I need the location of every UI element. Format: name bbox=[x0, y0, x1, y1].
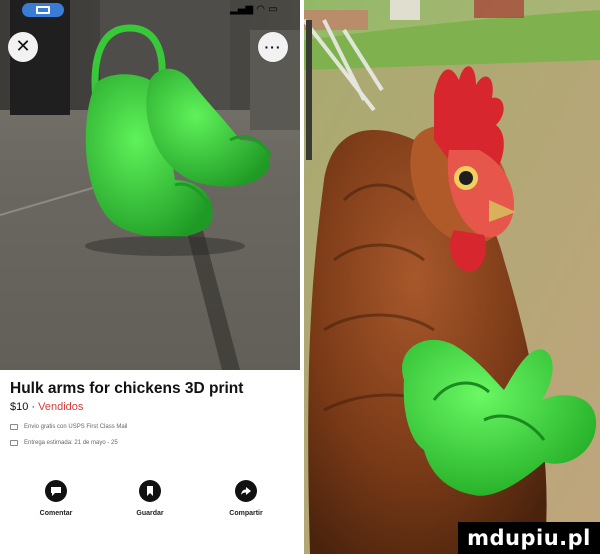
action-bar: Comentar Guardar Compartir bbox=[0, 480, 300, 530]
comment-icon bbox=[45, 480, 67, 502]
hulk-arms-photo bbox=[0, 0, 300, 370]
calendar-icon bbox=[10, 440, 18, 446]
more-icon: ··· bbox=[264, 39, 282, 55]
listing-screenshot: ▂▄▆ ◠ ▭ ✕ ··· Hulk arms for chickens 3D … bbox=[0, 0, 300, 554]
price-separator: · bbox=[28, 401, 39, 413]
status-bar: ▂▄▆ ◠ ▭ bbox=[0, 0, 300, 20]
save-button[interactable]: Guardar bbox=[110, 480, 190, 530]
estimate-text: Entrega estimada: 21 de mayo - 25 bbox=[24, 440, 118, 446]
share-label: Compartir bbox=[229, 510, 263, 517]
watermark-logo: mdupiu.pl bbox=[458, 522, 600, 554]
chicken-illustration bbox=[304, 0, 600, 554]
bookmark-icon bbox=[139, 480, 161, 502]
shipping-row: Envio gratis con USPS First Class Mail bbox=[10, 424, 127, 430]
close-icon: ✕ bbox=[15, 36, 31, 57]
estimate-row: Entrega estimada: 21 de mayo - 25 bbox=[10, 440, 118, 446]
comment-button[interactable]: Comentar bbox=[16, 480, 96, 530]
more-options-button[interactable]: ··· bbox=[258, 32, 288, 62]
price-row: $10 · Vendidos bbox=[10, 401, 83, 413]
listing-status: Vendidos bbox=[38, 401, 84, 413]
share-icon bbox=[235, 480, 257, 502]
comment-label: Comentar bbox=[39, 510, 73, 517]
listing-title: Hulk arms for chickens 3D print bbox=[10, 380, 244, 397]
listing-details: Hulk arms for chickens 3D print $10 · Ve… bbox=[0, 370, 300, 554]
shipping-text: Envio gratis con USPS First Class Mail bbox=[24, 424, 128, 430]
save-label: Guardar bbox=[136, 510, 164, 517]
recording-indicator bbox=[22, 3, 64, 17]
truck-icon bbox=[10, 424, 18, 430]
chicken-photo bbox=[304, 0, 600, 554]
product-photo: ▂▄▆ ◠ ▭ ✕ ··· bbox=[0, 0, 300, 370]
listing-price: $10 bbox=[10, 401, 29, 413]
share-button[interactable]: Compartir bbox=[206, 480, 286, 530]
status-icons: ▂▄▆ ◠ ▭ bbox=[230, 4, 278, 15]
close-button[interactable]: ✕ bbox=[8, 32, 38, 62]
